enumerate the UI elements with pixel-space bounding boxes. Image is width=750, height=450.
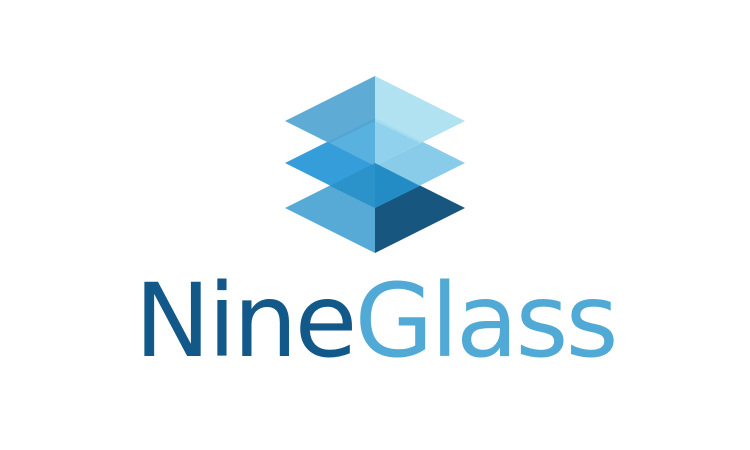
logo: NineGlass bbox=[0, 0, 750, 450]
brand-name-part1: Nine bbox=[134, 262, 357, 381]
stacked-glass-layers-icon bbox=[285, 76, 465, 253]
brand-name-part2: Glass bbox=[354, 262, 618, 381]
brand-wordmark: NineGlass bbox=[0, 262, 750, 382]
